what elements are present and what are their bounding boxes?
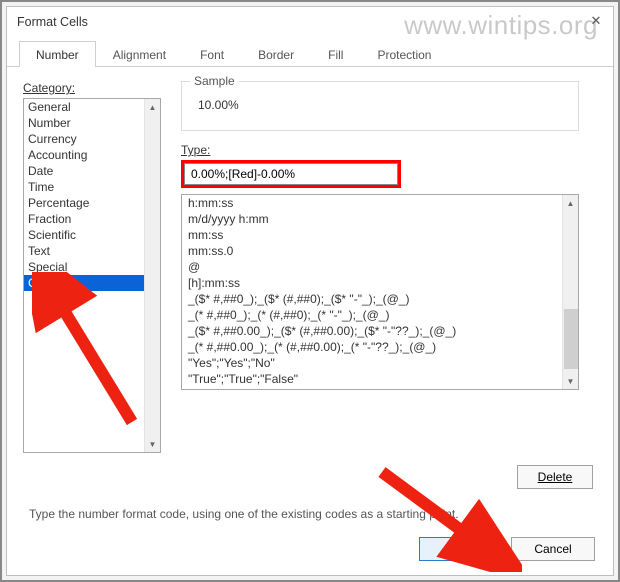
scroll-down-icon[interactable]: ▼ [563,373,578,389]
list-item[interactable]: Custom [24,275,160,291]
list-item[interactable]: _($* #,##0_);_($* (#,##0);_($* "-"_);_(@… [182,291,578,307]
format-codes-listbox[interactable]: h:mm:ss m/d/yyyy h:mm mm:ss mm:ss.0 @ [h… [181,194,579,390]
list-item[interactable]: @ [182,259,578,275]
ok-button[interactable]: OK [419,537,503,561]
list-item[interactable]: General [24,99,160,115]
list-item[interactable]: _(* #,##0_);_(* (#,##0);_(* "-"_);_(@_) [182,307,578,323]
tab-number[interactable]: Number [19,41,96,67]
format-cells-dialog: Format Cells ✕ Number Alignment Font Bor… [6,6,614,576]
cancel-button[interactable]: Cancel [511,537,595,561]
list-item[interactable]: "True";"True";"False" [182,371,578,387]
scroll-thumb[interactable] [564,309,578,369]
list-item[interactable]: "Yes";"Yes";"No" [182,355,578,371]
list-item[interactable]: Percentage [24,195,160,211]
sample-value: 10.00% [182,82,578,112]
titlebar: Format Cells ✕ [7,7,613,37]
sample-group: Sample 10.00% [181,81,579,131]
category-section: Category: General Number Currency Accoun… [23,81,161,453]
scrollbar[interactable]: ▲ ▼ [144,99,160,452]
tab-protection[interactable]: Protection [360,41,448,67]
sample-label: Sample [190,74,239,88]
type-input[interactable] [184,163,398,185]
list-item[interactable]: Fraction [24,211,160,227]
list-item[interactable]: [h]:mm:ss [182,275,578,291]
tab-fill[interactable]: Fill [311,41,360,67]
hint-text: Type the number format code, using one o… [29,507,459,521]
close-icon[interactable]: ✕ [587,13,605,31]
list-item[interactable]: Number [24,115,160,131]
scroll-up-icon[interactable]: ▲ [563,195,578,211]
list-item[interactable]: mm:ss.0 [182,243,578,259]
list-item[interactable]: Time [24,179,160,195]
dialog-title: Format Cells [17,15,88,29]
scrollbar[interactable]: ▲ ▼ [562,195,578,389]
scroll-down-icon[interactable]: ▼ [145,436,160,452]
delete-button[interactable]: Delete [517,465,593,489]
details-section: Sample 10.00% Type: h:mm:ss m/d/yyyy h:m… [181,81,597,453]
tab-alignment[interactable]: Alignment [96,41,183,67]
list-item[interactable]: Text [24,243,160,259]
tab-font[interactable]: Font [183,41,241,67]
list-item[interactable]: Special [24,259,160,275]
list-item[interactable]: Date [24,163,160,179]
type-label: Type: [181,143,597,157]
type-input-highlight [181,160,401,188]
scroll-up-icon[interactable]: ▲ [145,99,160,115]
tab-border[interactable]: Border [241,41,311,67]
list-item[interactable]: mm:ss [182,227,578,243]
list-item[interactable]: Currency [24,131,160,147]
list-item[interactable]: h:mm:ss [182,195,578,211]
list-item[interactable]: Accounting [24,147,160,163]
tab-strip: Number Alignment Font Border Fill Protec… [7,37,613,67]
list-item[interactable]: m/d/yyyy h:mm [182,211,578,227]
category-label: Category: [23,81,161,95]
list-item[interactable]: _(* #,##0.00_);_(* (#,##0.00);_(* "-"??_… [182,339,578,355]
list-item[interactable]: Scientific [24,227,160,243]
list-item[interactable]: _($* #,##0.00_);_($* (#,##0.00);_($* "-"… [182,323,578,339]
category-listbox[interactable]: General Number Currency Accounting Date … [23,98,161,453]
